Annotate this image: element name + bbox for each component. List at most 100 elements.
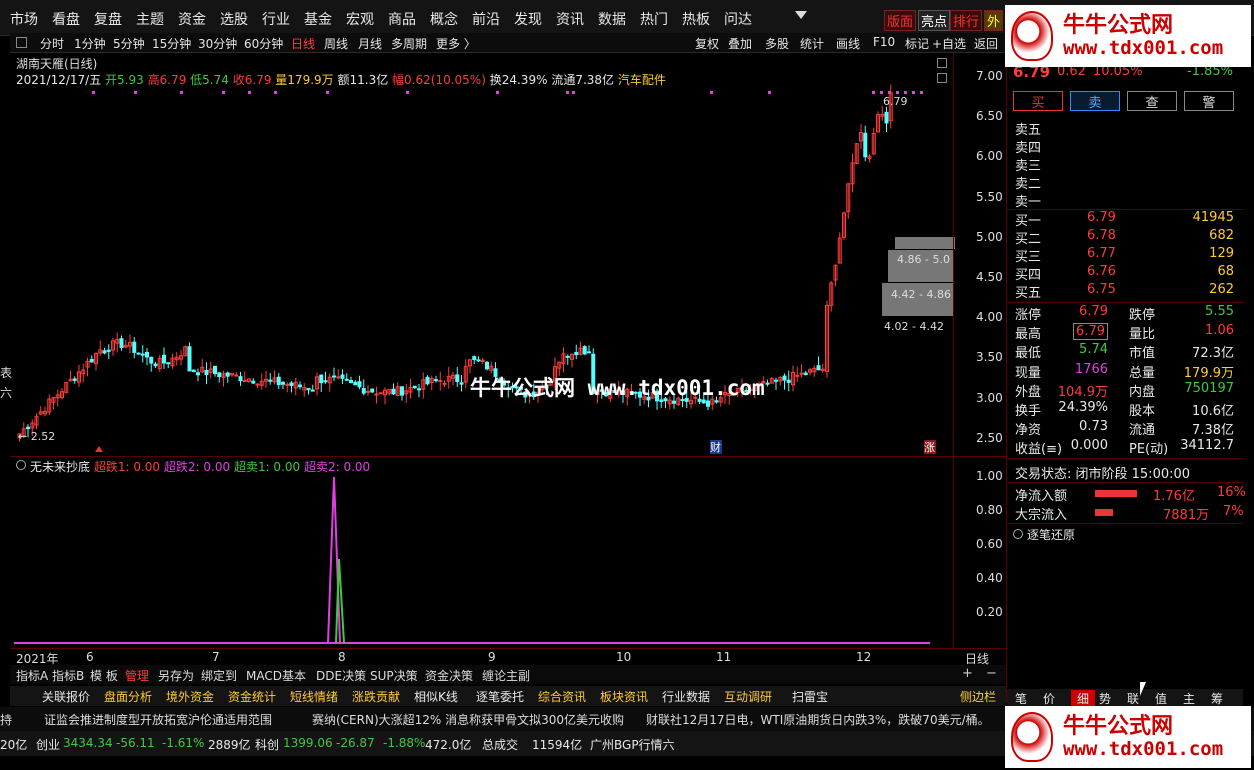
menu-item[interactable]: 商品 bbox=[388, 9, 416, 29]
quote-bottom-tab[interactable]: 值 bbox=[1155, 690, 1167, 707]
bottom-tab[interactable]: 扫雷宝 bbox=[792, 688, 828, 705]
bottom-tab[interactable]: 板块资讯 bbox=[600, 688, 648, 705]
indicator-tab[interactable]: 绑定到 bbox=[201, 667, 237, 684]
toolbar-3[interactable]: 统计 bbox=[800, 35, 824, 52]
alert-button[interactable]: 警 bbox=[1184, 91, 1234, 111]
tick-restore-label[interactable]: 逐笔还原 bbox=[1027, 526, 1075, 543]
quote-bottom-tab[interactable]: 势 bbox=[1099, 690, 1111, 707]
indicator-tab[interactable]: 模 板 bbox=[90, 667, 118, 684]
menu-item[interactable]: 选股 bbox=[220, 9, 248, 29]
tab-external[interactable]: 外 bbox=[984, 10, 1004, 31]
quote-bottom-tab[interactable]: 细 bbox=[1071, 690, 1096, 707]
tab-highlight[interactable]: 亮点 bbox=[918, 10, 951, 31]
toolbar-6[interactable]: 标记 bbox=[905, 35, 929, 52]
range-label: 4.02 - 4.42 bbox=[884, 320, 944, 333]
menu-item[interactable]: 宏观 bbox=[346, 9, 374, 29]
period-2[interactable]: 5分钟 bbox=[113, 35, 145, 52]
period-9[interactable]: 多周期 bbox=[391, 35, 427, 52]
menu-item[interactable]: 基金 bbox=[304, 9, 332, 29]
quote-panel: 6.79 0.62 10.05% -1.85% 买 卖 查 警 卖五 卖四 卖三 卖二… bbox=[1006, 53, 1246, 707]
buy-button[interactable]: 买 bbox=[1013, 91, 1063, 111]
indicator-tab[interactable]: DDE决策 bbox=[316, 667, 366, 684]
period-7[interactable]: 周线 bbox=[324, 35, 348, 52]
news-item[interactable]: 证监会推进制度型开放拓宽沪伦通适用范围 bbox=[44, 711, 272, 728]
quote-bottom-tab[interactable]: 笔 bbox=[1015, 690, 1027, 707]
period-10[interactable]: 更多 〉 bbox=[436, 35, 476, 52]
toolbar-7[interactable]: +自选 bbox=[932, 35, 966, 52]
candle bbox=[170, 353, 175, 369]
tick-restore-icon[interactable] bbox=[1013, 529, 1023, 539]
block-inflow-bar bbox=[1095, 509, 1113, 516]
bottom-tab[interactable]: 资金统计 bbox=[228, 688, 276, 705]
bottom-tab[interactable]: 短线情绪 bbox=[290, 688, 338, 705]
period-3[interactable]: 15分钟 bbox=[152, 35, 191, 52]
menu-item[interactable]: 问达 bbox=[724, 9, 752, 29]
indicator-tab[interactable]: 缠论主副 bbox=[482, 667, 530, 684]
menu-item[interactable]: 复盘 bbox=[94, 9, 122, 29]
indicator-tab[interactable]: MACD基本 bbox=[246, 667, 306, 684]
indicator-chart[interactable]: 无未来抄底 超跌1: 0.00 超跌2: 0.00 超卖1: 0.00 超卖2:… bbox=[10, 456, 1006, 649]
menu-item[interactable]: 热门 bbox=[640, 9, 668, 29]
period-4[interactable]: 30分钟 bbox=[198, 35, 237, 52]
news-item[interactable]: 财联社12月17日电，WTI原油期货日内跌3%，跌破70美元/桶。 bbox=[646, 711, 990, 728]
collapse-arrow-icon[interactable] bbox=[795, 11, 807, 19]
menu-item[interactable]: 资金 bbox=[178, 9, 206, 29]
candle bbox=[412, 385, 417, 389]
menu-item[interactable]: 前沿 bbox=[472, 9, 500, 29]
indicator-tab[interactable]: 资金决策 bbox=[425, 667, 473, 684]
bottom-tab[interactable]: 互动调研 bbox=[724, 688, 772, 705]
bottom-tab[interactable]: 综合资讯 bbox=[538, 688, 586, 705]
y-tick-label: 7.00 bbox=[976, 69, 1003, 83]
tab-layout[interactable]: 版面 bbox=[884, 10, 917, 31]
period-0[interactable]: 分时 bbox=[40, 35, 64, 52]
menu-item[interactable]: 主题 bbox=[136, 9, 164, 29]
toolbar-1[interactable]: 叠加 bbox=[728, 35, 752, 52]
bottom-tab[interactable]: 盘面分析 bbox=[104, 688, 152, 705]
bottom-tab[interactable]: 逐笔委托 bbox=[476, 688, 524, 705]
menu-item[interactable]: 发现 bbox=[514, 9, 542, 29]
stat-label: 现量 bbox=[1015, 365, 1042, 381]
toolbar-4[interactable]: 画线 bbox=[836, 35, 860, 52]
menu-item[interactable]: 市场 bbox=[10, 9, 38, 29]
quote-bottom-tab[interactable]: 主 bbox=[1183, 690, 1195, 707]
toolbar-5[interactable]: F10 bbox=[873, 35, 895, 49]
quote-bottom-tab[interactable]: 价 bbox=[1043, 690, 1055, 707]
bottom-tab[interactable]: 相似K线 bbox=[414, 688, 458, 705]
period-6[interactable]: 日线 bbox=[291, 35, 315, 52]
bottom-tab[interactable]: 侧边栏 bbox=[960, 688, 996, 705]
bottom-tab[interactable]: 关联报价 bbox=[42, 688, 90, 705]
menu-item[interactable]: 数据 bbox=[598, 9, 626, 29]
menu-item[interactable]: 概念 bbox=[430, 9, 458, 29]
toolbar-0[interactable]: 复权 bbox=[695, 35, 719, 52]
indicator-tab[interactable]: 指标B bbox=[52, 667, 84, 684]
query-button[interactable]: 查 bbox=[1127, 91, 1177, 111]
news-item[interactable]: 赛纳(CERN)大涨超12% 消息称获甲骨文拟300亿美元收购 bbox=[312, 711, 624, 728]
settings-icon[interactable] bbox=[16, 37, 27, 48]
add-pane-icon[interactable]: + bbox=[962, 666, 973, 681]
sell-button[interactable]: 卖 bbox=[1070, 91, 1120, 111]
bottom-tab[interactable]: 境外资金 bbox=[166, 688, 214, 705]
toolbar-8[interactable]: 返回 bbox=[974, 35, 998, 52]
period-1[interactable]: 1分钟 bbox=[74, 35, 106, 52]
candle bbox=[876, 111, 880, 133]
quote-bottom-tab[interactable]: 联 bbox=[1127, 690, 1139, 707]
period-8[interactable]: 月线 bbox=[358, 35, 382, 52]
toolbar-2[interactable]: 多股 bbox=[765, 35, 789, 52]
remove-pane-icon[interactable]: − bbox=[986, 666, 997, 681]
indicator-tab[interactable]: SUP决策 bbox=[370, 667, 418, 684]
order-buttons: 买 卖 查 警 bbox=[1013, 91, 1237, 113]
indicator-tab[interactable]: 指标A bbox=[16, 667, 48, 684]
menu-item[interactable]: 看盘 bbox=[52, 9, 80, 29]
tab-ranking[interactable]: 排行 bbox=[950, 10, 983, 31]
stat-value: 0.000 bbox=[1070, 438, 1108, 454]
bottom-tab[interactable]: 行业数据 bbox=[662, 688, 710, 705]
menu-item[interactable]: 资讯 bbox=[556, 9, 584, 29]
quote-bottom-tab[interactable]: 筹 bbox=[1211, 690, 1223, 707]
period-5[interactable]: 60分钟 bbox=[244, 35, 283, 52]
menu-item[interactable]: 热板 bbox=[682, 9, 710, 29]
bottom-tab[interactable]: 涨跌贡献 bbox=[352, 688, 400, 705]
signal-dot bbox=[880, 91, 883, 94]
menu-item[interactable]: 行业 bbox=[262, 9, 290, 29]
indicator-tab[interactable]: 管理 bbox=[125, 667, 149, 684]
indicator-tab[interactable]: 另存为 bbox=[158, 667, 194, 684]
